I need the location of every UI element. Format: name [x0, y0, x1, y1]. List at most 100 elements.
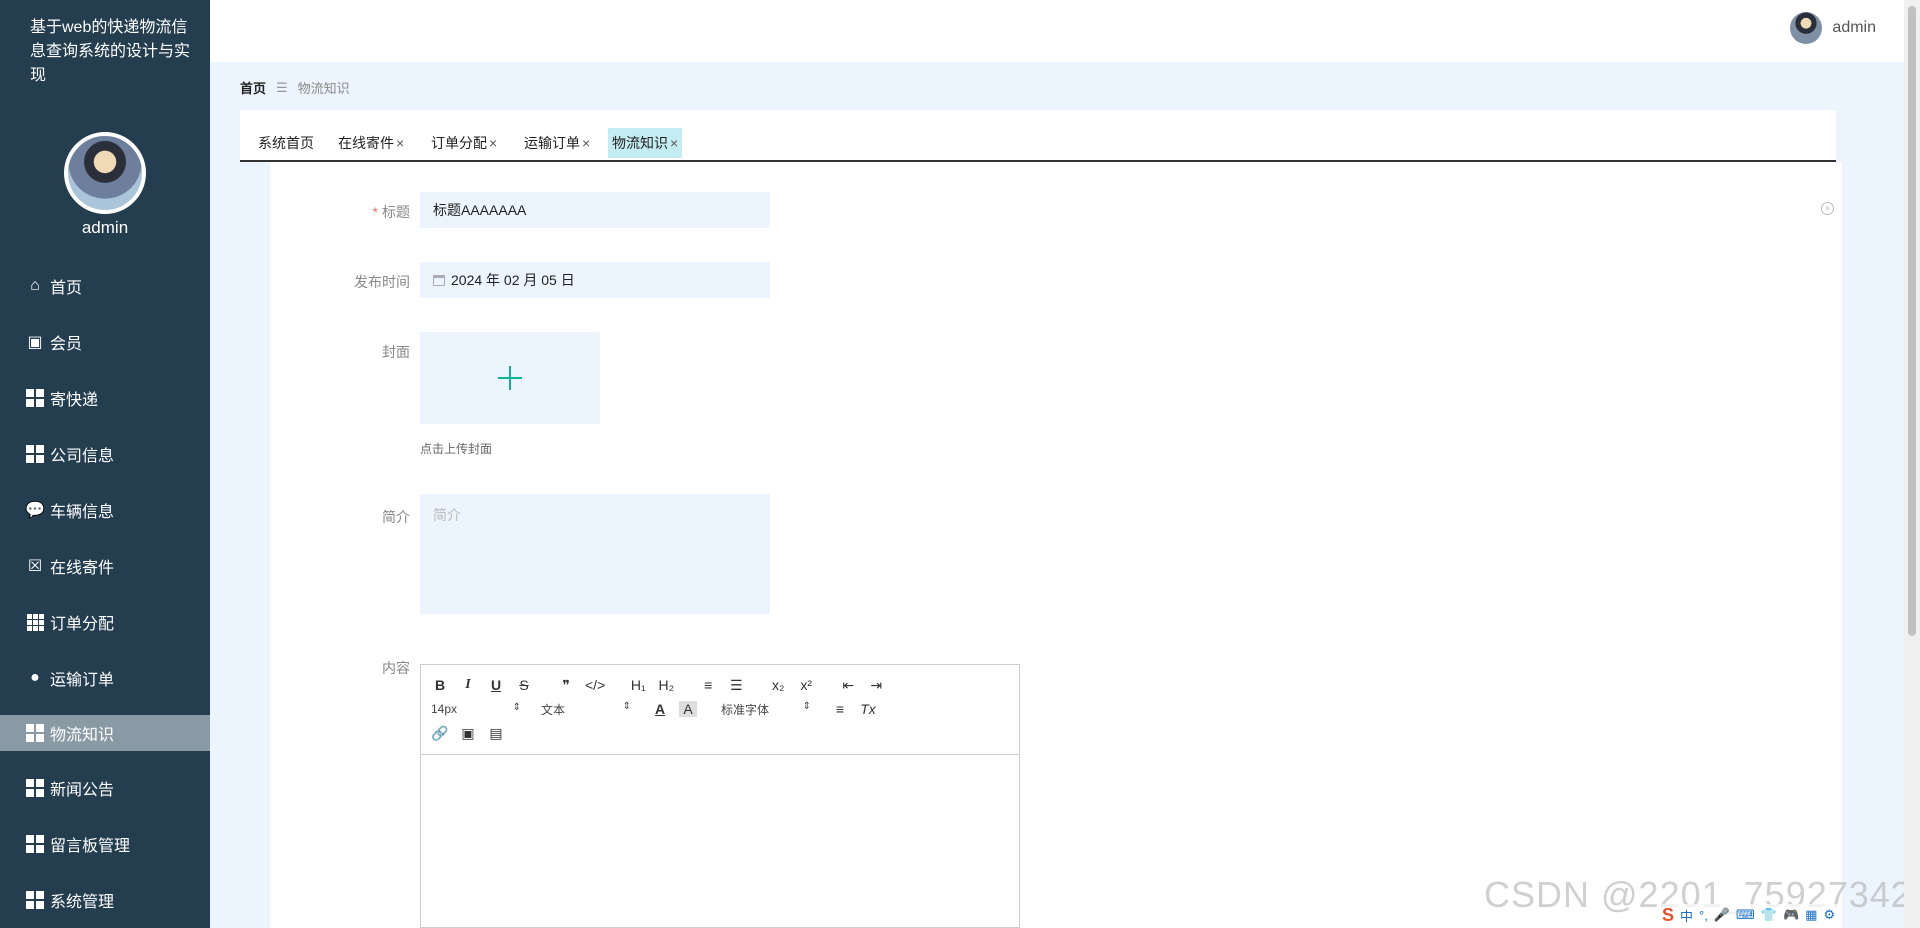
title-input[interactable]: 标题AAAAAAA [420, 192, 770, 228]
ime-tray: S 中 °, 🎤 ⌨ 👕 🎮 ▦ ⚙ [1662, 904, 1842, 926]
home-icon: ⌂ [30, 277, 40, 294]
sidebar-item-system[interactable]: 系统管理 [0, 881, 210, 919]
sidebar-item-vehicle-info[interactable]: 💬 车辆信息 [0, 491, 210, 529]
superscript-button[interactable]: x² [797, 677, 815, 693]
tab-label: 在线寄件 [338, 135, 394, 151]
header-username[interactable]: admin [1832, 19, 1876, 37]
sidebar-item-label: 会员 [50, 336, 83, 353]
ordered-list-button[interactable]: ≡ [699, 677, 717, 693]
tabs-bar: 系统首页 在线寄件 × 订单分配 × 运输订单 × 物流知识 × [240, 110, 1836, 162]
font-color-button[interactable]: A [651, 701, 669, 717]
link-button[interactable]: 🔗 [431, 725, 449, 742]
sogou-logo-icon[interactable]: S [1662, 905, 1674, 926]
sidebar-item-label: 订单分配 [50, 616, 115, 633]
cover-label: 封面 [382, 344, 410, 360]
video-button[interactable]: ▤ [487, 725, 505, 742]
sidebar-item-label: 运输订单 [50, 672, 115, 689]
sidebar-item-send-express[interactable]: 寄快递 [0, 379, 210, 417]
background-color-button[interactable]: A [679, 701, 697, 717]
cover-upload-tip: 点击上传封面 [420, 442, 493, 456]
h1-button[interactable]: H₁ [629, 677, 647, 693]
apps-icon[interactable]: ▦ [1805, 907, 1817, 923]
strike-button[interactable]: S [515, 677, 533, 693]
sidebar-item-label: 新闻公告 [50, 782, 115, 799]
select-arrow-icon: ⇕ [622, 700, 631, 712]
font-family-select[interactable]: 标准字体 ⇕ [721, 701, 811, 718]
calendar-icon [433, 274, 445, 286]
sidebar-item-label: 在线寄件 [50, 560, 115, 577]
content-label: 内容 [382, 660, 410, 676]
sidebar-item-news[interactable]: 新闻公告 [0, 769, 210, 807]
keyboard-icon[interactable]: ⌨ [1736, 907, 1755, 923]
sidebar-item-transport-orders[interactable]: ● 运输订单 [0, 659, 210, 697]
blockquote-button[interactable]: ❞ [557, 677, 575, 694]
sidebar-item-label: 首页 [50, 280, 83, 297]
sidebar-username: admin [81, 218, 129, 237]
underline-button[interactable]: U [487, 677, 505, 693]
clear-icon[interactable]: × [1821, 202, 1834, 215]
close-icon[interactable]: × [489, 135, 497, 151]
image-button[interactable]: ▣ [459, 725, 477, 742]
grid-icon [24, 835, 46, 853]
breadcrumb-home[interactable]: 首页 [240, 78, 266, 97]
avatar[interactable] [1790, 12, 1823, 44]
sidebar-menu: ⌂ 首页 ▣ 会员 寄快递 公司信息 💬 车辆信息 ☒ 在线寄件 订单分配 ● [0, 267, 210, 928]
date-picker[interactable]: 2024 年 02 月 05 日 [420, 262, 770, 298]
game-icon[interactable]: 🎮 [1783, 907, 1799, 923]
grid9-icon [24, 613, 46, 631]
close-icon[interactable]: × [582, 135, 590, 151]
user-menu[interactable]: admin [1790, 12, 1876, 44]
breadcrumb-current: 物流知识 [297, 81, 350, 96]
italic-button[interactable]: I [459, 677, 477, 693]
cover-upload-button[interactable] [420, 332, 600, 424]
sidebar-item-order-assign[interactable]: 订单分配 [0, 603, 210, 641]
tab-home[interactable]: 系统首页 [254, 128, 318, 158]
breadcrumb: 首页 ☰ 物流知识 [240, 78, 350, 97]
sidebar-item-label: 物流知识 [50, 727, 115, 744]
microphone-icon[interactable]: 🎤 [1714, 907, 1730, 923]
sidebar-item-company-info[interactable]: 公司信息 [0, 435, 210, 473]
editor-content-area[interactable] [421, 755, 1019, 927]
settings-icon[interactable]: ⚙ [1823, 907, 1835, 923]
select-arrow-icon: ⇕ [512, 702, 521, 713]
align-button[interactable]: ≡ [831, 701, 849, 717]
top-header: admin [210, 0, 1904, 62]
tab-transport-orders[interactable]: 运输订单 × [520, 128, 594, 158]
clear-format-button[interactable]: Tx [859, 701, 877, 717]
indent-button[interactable]: ⇥ [867, 677, 885, 694]
grid-icon [24, 779, 46, 797]
format-select[interactable]: 文本 ⇕ [541, 701, 631, 718]
sidebar-item-members[interactable]: ▣ 会员 [0, 323, 210, 361]
sidebar-item-home[interactable]: ⌂ 首页 [0, 267, 210, 305]
title-label-text: 标题 [382, 204, 410, 220]
subscript-button[interactable]: x₂ [769, 677, 787, 693]
tab-logistics-knowledge[interactable]: 物流知识 × [608, 128, 683, 158]
ime-lang-icon[interactable]: 中 [1680, 906, 1693, 925]
sidebar-item-online-shipping[interactable]: ☒ 在线寄件 [0, 547, 210, 585]
bold-button[interactable]: B [431, 677, 449, 693]
avatar[interactable] [64, 132, 146, 214]
sidebar-item-logistics-knowledge[interactable]: 物流知识 [0, 715, 210, 751]
sidebar-item-message-board[interactable]: 留言板管理 [0, 825, 210, 863]
tab-label: 运输订单 [524, 135, 580, 151]
skin-icon[interactable]: 👕 [1761, 907, 1777, 923]
tab-online-shipping[interactable]: 在线寄件 × [334, 128, 408, 158]
code-block-button[interactable]: </> [585, 677, 605, 693]
outdent-button[interactable]: ⇤ [839, 677, 857, 694]
sidebar-item-label: 寄快递 [50, 392, 99, 409]
scrollbar-thumb[interactable] [1908, 6, 1916, 636]
close-icon[interactable]: × [396, 135, 404, 151]
summary-label: 简介 [382, 509, 410, 525]
font-size-select[interactable]: 14px ⇕ [431, 702, 521, 716]
ime-punct-icon[interactable]: °, [1699, 908, 1708, 923]
tab-order-assign[interactable]: 订单分配 × [427, 128, 501, 158]
scrollbar[interactable] [1904, 0, 1920, 928]
close-icon[interactable]: × [670, 135, 678, 151]
sidebar: 基于web的快递物流信息查询系统的设计与实现 admin ⌂ 首页 ▣ 会员 寄… [0, 0, 210, 928]
bullet-list-button[interactable]: ☰ [727, 677, 745, 694]
clipboard-icon: ☒ [27, 558, 43, 575]
app-title: 基于web的快递物流信息查询系统的设计与实现 [30, 19, 191, 84]
summary-textarea[interactable]: 简介 [420, 494, 770, 614]
toolbar-row: 14px ⇕ 文本 ⇕ A A 标准字体 ⇕ ≡ Tx [431, 697, 1009, 721]
h2-button[interactable]: H₂ [657, 677, 675, 693]
